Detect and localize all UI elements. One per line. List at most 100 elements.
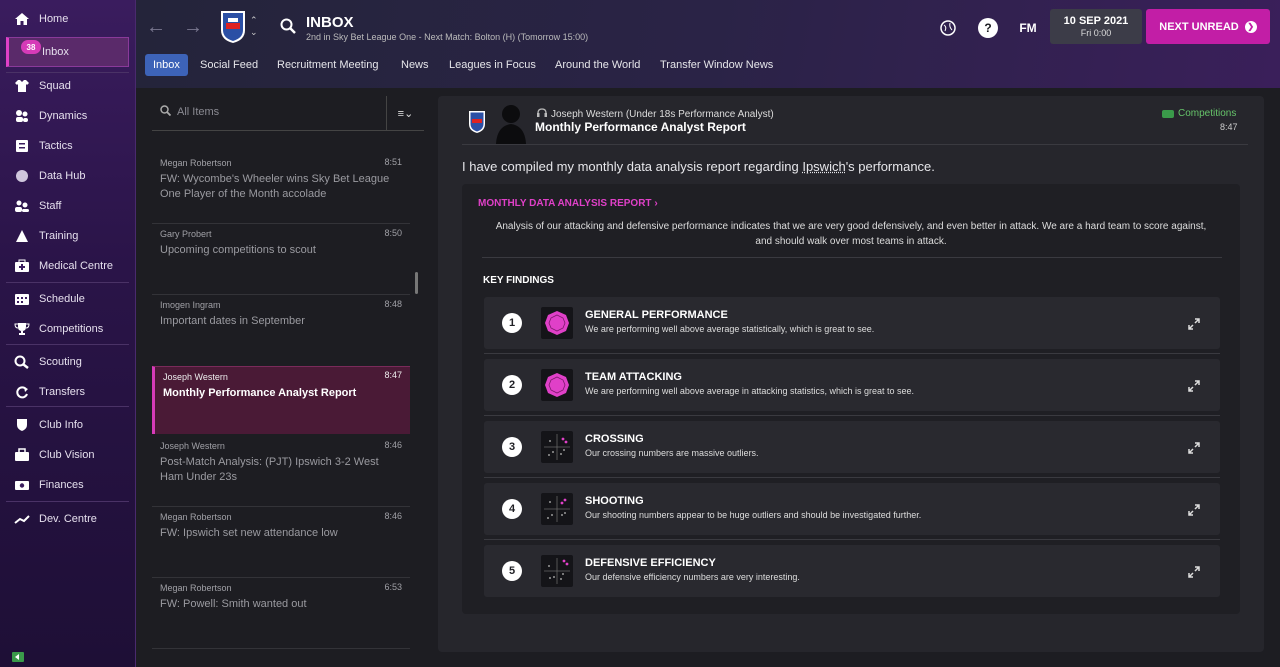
club-switch-arrows-icon[interactable]: ⌃ ⌄ bbox=[250, 14, 258, 38]
sidebar-item-medical-centre[interactable]: Medical Centre bbox=[6, 251, 129, 281]
tactics-icon bbox=[12, 138, 32, 154]
finding-row[interactable]: 4 SHOOTING Our shooting numbers appear t… bbox=[484, 483, 1220, 535]
transfers-icon bbox=[12, 384, 32, 400]
expand-icon[interactable] bbox=[1188, 441, 1200, 454]
sidebar-item-tactics[interactable]: Tactics bbox=[6, 131, 129, 161]
category-tag[interactable]: Competitions bbox=[1162, 108, 1236, 119]
sidebar-item-finances[interactable]: Finances bbox=[6, 470, 129, 500]
sidebar-item-data-hub[interactable]: Data Hub bbox=[6, 161, 129, 191]
world-icon[interactable] bbox=[938, 18, 958, 38]
sidebar-item-label: Club Info bbox=[39, 419, 84, 431]
sidebar-item-club-vision[interactable]: Club Vision bbox=[6, 440, 129, 470]
expand-icon[interactable] bbox=[1188, 503, 1200, 516]
message-from-text: Joseph Western (Under 18s Performance An… bbox=[551, 108, 774, 120]
tab-around-the-world[interactable]: Around the World bbox=[547, 54, 648, 76]
sidebar-item-scouting[interactable]: Scouting bbox=[6, 347, 129, 377]
list-item[interactable]: Megan Robertson 8:46 FW: Ipswich set new… bbox=[152, 511, 410, 552]
scatter-plot-icon bbox=[541, 431, 573, 463]
back-arrow-icon[interactable]: ← bbox=[145, 16, 167, 38]
finding-divider bbox=[484, 415, 1220, 416]
club-crest-icon[interactable] bbox=[220, 10, 246, 44]
list-divider bbox=[152, 130, 424, 131]
unread-count-badge: 38 bbox=[21, 40, 41, 54]
list-item[interactable]: Imogen Ingram 8:48 Important dates in Se… bbox=[152, 299, 410, 340]
tab-social-feed[interactable]: Social Feed bbox=[192, 54, 266, 76]
list-search-placeholder: All Items bbox=[177, 106, 220, 118]
sidebar-item-label: Schedule bbox=[39, 293, 85, 305]
sidebar-item-inbox[interactable]: Inbox 38 bbox=[6, 37, 129, 67]
continue-date-box[interactable]: 10 SEP 2021 Fri 0:00 bbox=[1050, 9, 1142, 44]
sidebar-item-home[interactable]: Home bbox=[6, 4, 129, 34]
sidebar-item-squad[interactable]: Squad bbox=[6, 71, 129, 101]
finding-description: Our crossing numbers are massive outlier… bbox=[585, 448, 759, 458]
fm-menu-button[interactable]: FM bbox=[1017, 18, 1039, 38]
finding-title: GENERAL PERFORMANCE bbox=[585, 309, 728, 321]
list-item[interactable]: Gary Probert 8:50 Upcoming competitions … bbox=[152, 228, 410, 269]
list-item-selected[interactable]: Joseph Western 8:47 Monthly Performance … bbox=[152, 366, 410, 434]
sidebar-item-dynamics[interactable]: Dynamics bbox=[6, 101, 129, 131]
expand-icon[interactable] bbox=[1188, 379, 1200, 392]
finding-title: TEAM ATTACKING bbox=[585, 371, 682, 383]
key-findings-heading: KEY FINDINGS bbox=[483, 275, 554, 286]
finding-description: Our shooting numbers appear to be huge o… bbox=[585, 510, 922, 520]
next-unread-button[interactable]: NEXT UNREAD ❯ bbox=[1146, 9, 1270, 44]
sidebar-item-training[interactable]: Training bbox=[6, 221, 129, 251]
finding-row[interactable]: 3 CROSSING Our crossing numbers are mass… bbox=[484, 421, 1220, 473]
message-subject: Post-Match Analysis: (PJT) Ipswich 3-2 W… bbox=[160, 456, 379, 483]
list-item[interactable]: Megan Robertson 8:51 FW: Wycombe's Wheel… bbox=[152, 157, 410, 218]
sidebar-item-label: Home bbox=[39, 13, 69, 25]
message-from: Joseph Western (Under 18s Performance An… bbox=[537, 108, 774, 120]
search-icon bbox=[160, 105, 172, 119]
message-subject: FW: Ipswich set new attendance low bbox=[160, 527, 338, 539]
list-item[interactable]: Joseph Western 8:46 Post-Match Analysis:… bbox=[152, 440, 410, 491]
list-item[interactable]: Megan Robertson 6:53 FW: Powell: Smith w… bbox=[152, 582, 410, 623]
tab-recruitment-meeting[interactable]: Recruitment Meeting bbox=[269, 54, 387, 76]
message-subject: FW: Powell: Smith wanted out bbox=[160, 598, 307, 610]
tab-transfer-window-news[interactable]: Transfer Window News bbox=[652, 54, 781, 76]
radar-chart-icon bbox=[541, 369, 573, 401]
message-subject: Monthly Performance Analyst Report bbox=[163, 387, 357, 399]
help-icon[interactable]: ? bbox=[978, 18, 998, 38]
data-hub-icon bbox=[12, 168, 32, 184]
finding-row[interactable]: 2 TEAM ATTACKING We are performing well … bbox=[484, 359, 1220, 411]
sidebar-item-label: Inbox bbox=[42, 46, 69, 58]
search-icon[interactable] bbox=[280, 18, 296, 39]
sidebar-item-label: Competitions bbox=[39, 323, 104, 335]
sidebar-item-label: Club Vision bbox=[39, 449, 95, 461]
message-sender: Megan Robertson bbox=[160, 583, 232, 593]
message-subject: Upcoming competitions to scout bbox=[160, 244, 316, 256]
list-divider bbox=[152, 506, 410, 507]
page-subtitle: 2nd in Sky Bet League One - Next Match: … bbox=[306, 32, 589, 42]
expand-icon[interactable] bbox=[1188, 317, 1200, 330]
expand-icon[interactable] bbox=[1188, 565, 1200, 578]
message-time: 8:47 bbox=[1220, 122, 1238, 132]
sidebar-item-staff[interactable]: Staff bbox=[6, 191, 129, 221]
tab-news[interactable]: News bbox=[393, 54, 437, 76]
message-title: Monthly Performance Analyst Report bbox=[535, 120, 746, 134]
finding-divider bbox=[484, 353, 1220, 354]
sidebar-item-club-info[interactable]: Club Info bbox=[6, 410, 129, 440]
finding-number: 4 bbox=[502, 499, 522, 519]
club-link[interactable]: Ipswich bbox=[802, 159, 845, 174]
forward-arrow-icon[interactable]: → bbox=[182, 16, 204, 38]
money-icon bbox=[12, 477, 32, 493]
current-date: 10 SEP 2021 bbox=[1063, 15, 1129, 27]
collapse-sidebar-icon[interactable] bbox=[12, 649, 24, 662]
filter-menu-icon: ≡⌄ bbox=[397, 107, 414, 120]
finding-row[interactable]: 1 GENERAL PERFORMANCE We are performing … bbox=[484, 297, 1220, 349]
list-filter-button[interactable]: ≡⌄ bbox=[386, 96, 424, 130]
sidebar-item-schedule[interactable]: Schedule bbox=[6, 284, 129, 314]
tab-inbox[interactable]: Inbox bbox=[145, 54, 188, 76]
message-subject: Important dates in September bbox=[160, 315, 305, 327]
report-title-link[interactable]: MONTHLY DATA ANALYSIS REPORT › bbox=[478, 198, 658, 209]
sidebar-item-label: Dynamics bbox=[39, 110, 88, 122]
list-search-input[interactable]: All Items bbox=[160, 104, 382, 120]
tab-leagues-in-focus[interactable]: Leagues in Focus bbox=[441, 54, 544, 76]
scatter-plot-icon bbox=[541, 555, 573, 587]
message-time: 8:48 bbox=[384, 299, 402, 309]
sidebar-item-transfers[interactable]: Transfers bbox=[6, 377, 129, 407]
sidebar-item-competitions[interactable]: Competitions bbox=[6, 314, 129, 344]
finding-row[interactable]: 5 DEFENSIVE EFFICIENCY Our defensive eff… bbox=[484, 545, 1220, 597]
sidebar-item-dev-centre[interactable]: Dev. Centre bbox=[6, 504, 129, 534]
list-scrollbar[interactable] bbox=[415, 272, 418, 294]
